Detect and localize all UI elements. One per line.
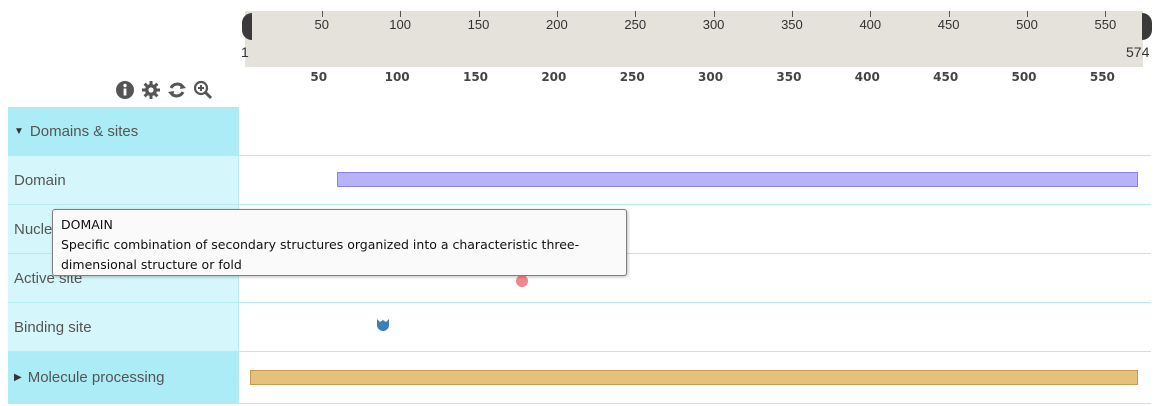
ruler-right-handle[interactable]: [1142, 13, 1152, 40]
ruler-tick-label: 250: [624, 17, 647, 32]
category-label: Molecule processing: [27, 369, 165, 386]
track-row-domain: Domain: [8, 156, 1151, 205]
track-area-binding-site: [238, 303, 1151, 351]
caret-right-icon: ▶: [14, 372, 22, 383]
track-row-binding-site: Binding site: [8, 303, 1151, 352]
ruler-tick-label: 100: [389, 17, 411, 32]
ruler-end-label: 574: [1126, 44, 1150, 60]
settings-gear-icon[interactable]: [141, 80, 161, 100]
ruler-tick-label: 50: [314, 17, 330, 32]
category-row-domains-sites: ▼ Domains & sites: [8, 107, 1151, 156]
category-label: Domains & sites: [29, 122, 139, 140]
track-area-domain: [238, 156, 1151, 204]
axis-tick-label: 100: [384, 70, 410, 84]
ruler-tick-label: 400: [859, 17, 882, 32]
toolbar: [115, 80, 213, 102]
ruler-tick-label: 550: [1094, 17, 1117, 32]
category-toggle-domains-sites[interactable]: ▼ Domains & sites: [8, 107, 238, 155]
track-area-molecule-processing: [238, 352, 1151, 403]
track-label-binding-site: Binding site: [8, 303, 238, 351]
tooltip-line-2: dimensional structure or fold: [61, 257, 242, 272]
category-row-molecule-processing: ▶ Molecule processing: [8, 352, 1151, 404]
axis-tick-label: 550: [1089, 70, 1115, 84]
ruler-left-handle[interactable]: [242, 13, 252, 40]
axis-tick-label: 400: [854, 70, 880, 84]
domain-tooltip: DOMAIN Specific combination of secondary…: [52, 209, 627, 276]
molecule-processing-bar[interactable]: [250, 370, 1138, 385]
category-toggle-molecule-processing[interactable]: ▶ Molecule processing: [8, 352, 238, 403]
ruler-tick-label: 350: [781, 17, 803, 32]
axis-tick-label: 300: [698, 70, 724, 84]
active-site-marker[interactable]: [516, 275, 529, 287]
binding-site-marker[interactable]: [376, 317, 390, 331]
axis-tick-label: 350: [776, 70, 802, 84]
ruler-start-label: 1: [241, 44, 249, 60]
axis-tick-label: 500: [1011, 70, 1037, 84]
axis-tick-label: 200: [541, 70, 567, 84]
ruler-tick-label: 300: [702, 17, 725, 32]
axis-tick-label: 250: [619, 70, 645, 84]
ruler-tick-label: 200: [546, 17, 568, 32]
domain-feature-bar[interactable]: [337, 172, 1138, 187]
track-label-domain: Domain: [8, 156, 238, 204]
ruler-tick-label: 150: [467, 17, 490, 32]
axis-tick-label: 450: [933, 70, 959, 84]
zoom-in-icon[interactable]: [193, 80, 213, 100]
info-icon[interactable]: [115, 80, 135, 100]
ruler-tick-label: 450: [937, 17, 960, 32]
ruler-tick-label: 500: [1016, 17, 1038, 32]
caret-down-icon: ▼: [14, 125, 24, 137]
refresh-icon[interactable]: [167, 80, 187, 100]
tooltip-title: DOMAIN: [61, 217, 113, 232]
axis-tick-label: 50: [310, 70, 328, 84]
tooltip-line-1: Specific combination of secondary struct…: [61, 237, 580, 252]
axis-tick-label: 150: [462, 70, 489, 84]
